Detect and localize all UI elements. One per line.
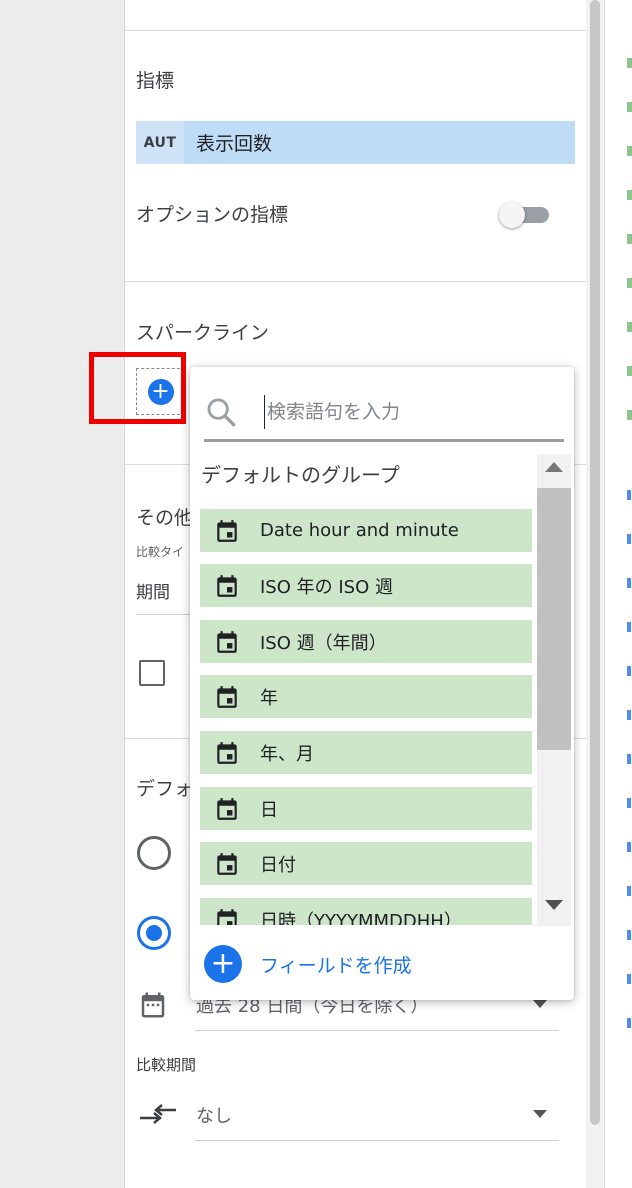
dimension-marker — [627, 410, 632, 420]
toggle-knob — [499, 202, 525, 228]
create-field-label: フィールドを作成 — [260, 954, 412, 977]
calendar-icon — [217, 797, 237, 820]
field-item-label: ISO 年の ISO 週 — [260, 576, 393, 598]
panel-scrollbar[interactable] — [586, 0, 604, 1188]
date-range-radio-custom[interactable] — [137, 916, 171, 950]
search-icon — [207, 398, 236, 427]
field-item-label: 年、月 — [260, 743, 314, 765]
date-range-dropdown-arrow[interactable] — [533, 1000, 547, 1008]
metric-chip[interactable]: AUT 表示回数 — [136, 121, 575, 164]
comparison-select-underline — [195, 1140, 559, 1141]
calendar-icon — [217, 685, 237, 708]
scroll-down-arrow-icon[interactable] — [545, 900, 563, 910]
sparkline-title: スパークライン — [136, 322, 270, 344]
metric-marker — [627, 930, 631, 940]
calendar-icon — [217, 852, 237, 875]
dimension-marker — [627, 234, 632, 244]
create-field-button[interactable]: + フィールドを作成 — [204, 944, 412, 984]
period-select-underline — [136, 614, 196, 615]
section-divider — [125, 30, 587, 31]
metric-marker — [627, 1018, 631, 1028]
metric-marker — [627, 754, 631, 764]
search-input[interactable] — [264, 395, 559, 429]
comparison-type-label: 比較タイ — [136, 545, 185, 559]
field-item[interactable]: 日付 — [200, 842, 532, 885]
field-item-label: ISO 週（年間） — [260, 632, 387, 654]
field-group-title: デフォルトのグループ — [201, 463, 400, 487]
field-picker-popup: デフォルトのグループ Date hour and minute ISO 年の I… — [190, 367, 574, 1000]
metric-marker — [627, 710, 631, 720]
metric-marker — [627, 666, 631, 676]
canvas-area — [0, 0, 124, 1188]
field-list-scrollbar-thumb[interactable] — [537, 488, 571, 750]
calendar-icon — [141, 992, 165, 1018]
field-list: Date hour and minute ISO 年の ISO 週 ISO 週（… — [190, 497, 535, 925]
field-item[interactable]: 日時（YYYYMMDDHH） — [200, 898, 532, 925]
field-item-label: 日付 — [260, 854, 296, 876]
optional-metrics-toggle[interactable] — [499, 202, 551, 228]
metric-type-badge: AUT — [136, 121, 184, 164]
compare-arrows-icon — [140, 1104, 176, 1124]
calendar-icon — [217, 519, 237, 542]
date-range-radio-auto[interactable] — [137, 836, 171, 870]
dimension-marker — [627, 322, 632, 332]
metric-marker — [627, 798, 631, 808]
calendar-icon — [217, 630, 237, 653]
optional-metrics-label: オプションの指標 — [136, 204, 289, 226]
comparison-period-label: 比較期間 — [136, 1056, 197, 1074]
dimension-marker — [627, 190, 632, 200]
calendar-icon — [217, 908, 237, 925]
metric-name: 表示回数 — [196, 133, 273, 155]
metric-marker — [627, 974, 631, 984]
dimension-marker — [627, 366, 632, 376]
metric-marker — [627, 622, 631, 632]
field-item-label: 日時（YYYYMMDDHH） — [260, 910, 462, 926]
metric-marker — [627, 886, 631, 896]
metric-marker — [627, 578, 631, 588]
dimension-marker — [627, 102, 632, 112]
metric-section-title: 指標 — [136, 70, 175, 92]
dimension-marker — [627, 278, 632, 288]
metric-marker — [627, 534, 631, 544]
metric-marker — [627, 842, 631, 852]
section-divider — [125, 281, 587, 282]
highlight-annotation — [89, 352, 186, 424]
comparison-period-value[interactable]: なし — [196, 1102, 232, 1128]
field-list-scrollbar[interactable] — [537, 454, 571, 926]
panel-scrollbar-thumb[interactable] — [590, 0, 600, 1125]
calendar-icon — [217, 574, 237, 597]
comparison-checkbox[interactable] — [139, 660, 165, 686]
dimension-marker — [627, 146, 632, 156]
field-item[interactable]: ISO 年の ISO 週 — [200, 564, 532, 607]
field-item-label: 日 — [260, 799, 278, 821]
field-item-label: 年 — [260, 687, 278, 709]
default-range-title: デフォ — [136, 778, 194, 800]
dimension-marker — [627, 58, 632, 68]
add-circle-icon: + — [204, 945, 242, 983]
search-row — [204, 389, 564, 442]
field-item[interactable]: 年、月 — [200, 731, 532, 774]
period-label: 期間 — [136, 583, 170, 603]
metric-marker — [627, 490, 631, 500]
comparison-dropdown-arrow[interactable] — [533, 1110, 547, 1118]
calendar-icon — [217, 741, 237, 764]
other-section-title: その他 — [136, 507, 194, 529]
scroll-up-arrow-icon[interactable] — [545, 462, 563, 472]
field-item[interactable]: ISO 週（年間） — [200, 620, 532, 663]
field-list-strip — [604, 0, 632, 1188]
field-item[interactable]: 年 — [200, 675, 532, 718]
date-range-underline — [195, 1030, 559, 1031]
field-item[interactable]: Date hour and minute — [200, 509, 532, 552]
field-item[interactable]: 日 — [200, 787, 532, 830]
field-item-label: Date hour and minute — [260, 520, 459, 541]
